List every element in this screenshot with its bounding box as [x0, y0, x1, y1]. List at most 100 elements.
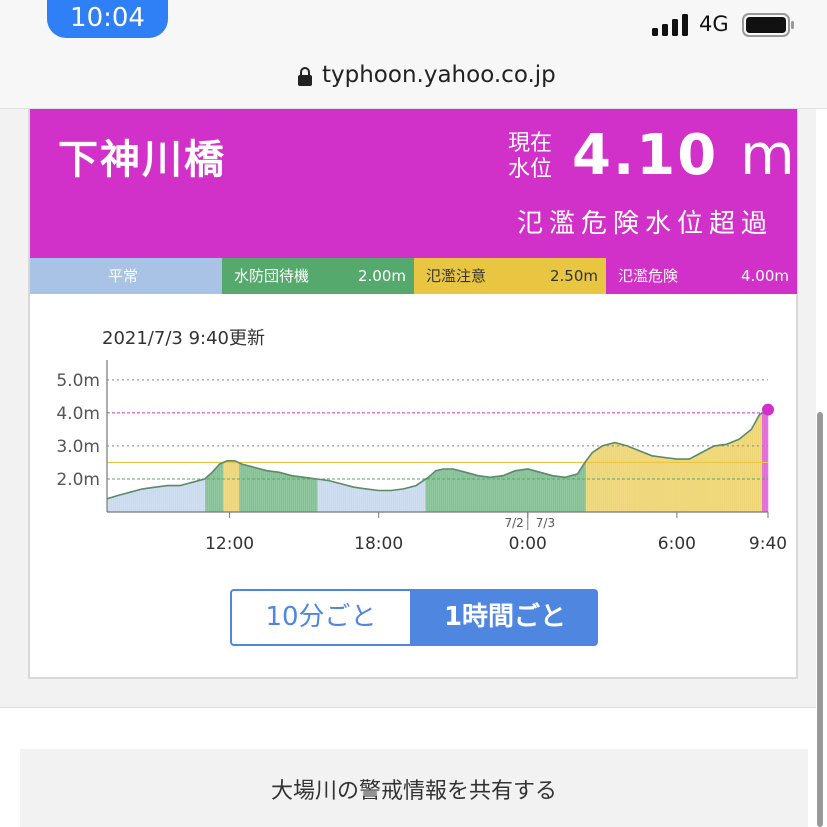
- share-button[interactable]: 大場川の警戒情報を共有する: [20, 749, 808, 827]
- x-tick-label: 9:40: [749, 534, 787, 554]
- level-fill: [425, 478, 428, 512]
- level-fill: [729, 442, 733, 512]
- level-fill: [427, 477, 430, 512]
- level-fill: [313, 478, 316, 512]
- level-fill: [307, 477, 310, 512]
- level-fill: [175, 485, 178, 512]
- level-fill: [385, 490, 388, 512]
- level-fill: [651, 455, 655, 512]
- level-fill: [193, 481, 196, 512]
- level-fill: [693, 456, 697, 512]
- level-fill: [429, 475, 432, 512]
- level-fill: [547, 474, 550, 512]
- level-fill: [267, 470, 270, 512]
- level-fill: [393, 490, 396, 512]
- level-fill: [517, 470, 520, 512]
- level-fill: [203, 479, 206, 512]
- level-fill: [441, 469, 444, 512]
- level-fill: [591, 452, 595, 512]
- level-fill: [695, 455, 699, 512]
- level-fill: [671, 458, 675, 512]
- date-labels: 7/2 7/3: [504, 512, 555, 530]
- level-fill: [583, 462, 587, 512]
- level-fill: [525, 469, 528, 512]
- interval-1hour-button[interactable]: 1時間ごと: [412, 589, 598, 646]
- level-fill: [339, 483, 342, 512]
- level-fill: [561, 476, 564, 512]
- level-fill: [211, 472, 214, 512]
- current-level: 4.10 m: [572, 123, 797, 188]
- level-fill: [533, 470, 536, 512]
- signal-icon: [652, 14, 688, 36]
- level-fill: [659, 456, 663, 512]
- level-fill: [763, 411, 767, 512]
- level-fill: [145, 488, 148, 512]
- url-text[interactable]: typhoon.yahoo.co.jp: [322, 62, 556, 88]
- level-fill: [181, 484, 184, 512]
- level-fill: [459, 470, 462, 512]
- interval-10min-button[interactable]: 10分ごと: [230, 589, 412, 646]
- x-tick-label: 0:00: [509, 534, 547, 554]
- level-fill: [259, 468, 262, 512]
- level-fill: [587, 457, 591, 512]
- level-fill: [197, 480, 200, 512]
- level-fill: [545, 474, 548, 512]
- current-level-label-line1: 現在: [507, 131, 552, 156]
- level-fill: [343, 484, 346, 512]
- level-fill: [725, 444, 729, 512]
- level-fill: [719, 445, 723, 512]
- level-fill: [221, 462, 224, 512]
- level-fill: [337, 483, 340, 512]
- level-fill: [277, 472, 280, 512]
- level-fill: [615, 443, 619, 512]
- level-fill: [557, 476, 560, 512]
- level-fill: [569, 475, 573, 512]
- level-fill: [447, 469, 450, 512]
- level-fill: [589, 454, 593, 512]
- x-tick-labels: 12:00 18:00 0:00 6:00 9:40: [205, 512, 787, 554]
- level-fill: [209, 474, 212, 512]
- level-fill: [391, 490, 394, 512]
- level-fill: [401, 489, 404, 512]
- level-fill: [661, 457, 665, 512]
- level-fill: [411, 486, 414, 512]
- level-fill: [251, 466, 254, 512]
- scrollbar[interactable]: [817, 412, 823, 827]
- level-fill: [463, 472, 466, 512]
- level-fill: [293, 475, 296, 512]
- y-tick-label: 3.0m: [56, 437, 100, 457]
- level-fill: [621, 444, 625, 512]
- level-fill: [585, 460, 589, 512]
- level-fill: [287, 474, 290, 512]
- level-fill: [687, 459, 691, 512]
- level-fill: [317, 479, 320, 512]
- level-fill: [407, 487, 410, 512]
- level-fill: [471, 474, 474, 512]
- level-fill: [563, 477, 566, 512]
- level-fill: [673, 458, 677, 512]
- level-fill: [473, 474, 476, 512]
- level-fill: [177, 485, 180, 512]
- level-fill: [699, 452, 703, 512]
- level-fill: [477, 475, 480, 512]
- level-fill: [723, 444, 727, 512]
- level-fill: [599, 446, 603, 512]
- level-fill: [487, 477, 490, 512]
- level-fill: [127, 492, 130, 512]
- level-fill: [147, 488, 150, 512]
- legend-danger-label: 氾濫危険: [618, 267, 679, 285]
- current-level-label: 現在 水位: [502, 131, 558, 183]
- level-fill: [367, 489, 370, 512]
- level-fill: [747, 431, 751, 512]
- level-fill: [705, 449, 709, 512]
- level-fill: [149, 487, 152, 512]
- level-fill: [641, 452, 645, 512]
- level-fill: [413, 485, 416, 512]
- level-fill: [647, 454, 651, 512]
- level-fill: [455, 469, 458, 512]
- level-fill: [315, 478, 318, 512]
- level-fill: [617, 443, 621, 512]
- level-fill: [757, 415, 761, 512]
- date-label-next: 7/3: [536, 516, 555, 530]
- level-fill: [567, 476, 570, 512]
